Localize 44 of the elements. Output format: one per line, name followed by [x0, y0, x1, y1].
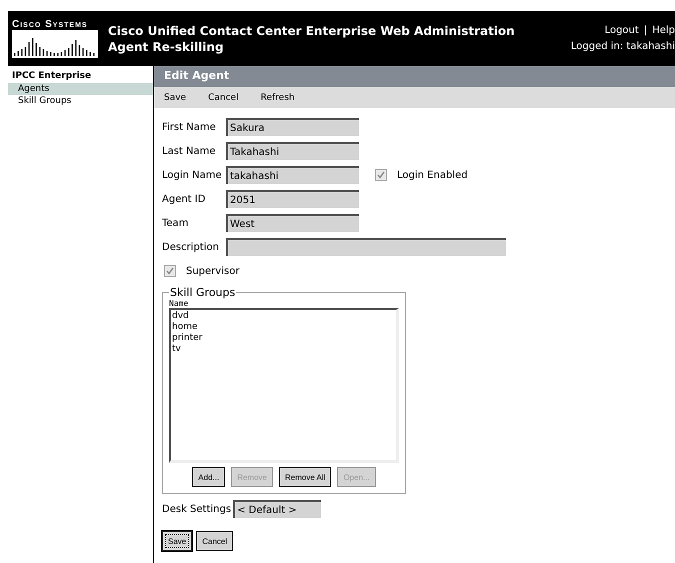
toolbar-button[interactable]: Save	[164, 92, 186, 102]
toolbar-button[interactable]: Cancel	[208, 92, 239, 102]
logout-link[interactable]: Logout	[604, 22, 639, 38]
field-label: Login Name	[162, 170, 223, 180]
save-button[interactable]: Save	[162, 531, 192, 551]
column-header: Name	[169, 299, 190, 308]
list-item[interactable]: printer	[172, 333, 395, 344]
logo-text: Cisco Systems	[12, 19, 89, 30]
app-title: Cisco Unified Contact Center Enterprise Web Administration	[108, 22, 516, 38]
field-label: Description	[162, 242, 220, 252]
toolbar-button[interactable]: Refresh	[260, 92, 295, 102]
logo-bars-icon	[12, 30, 98, 58]
input-field[interactable]: 2051	[226, 190, 359, 208]
field-label: Last Name	[162, 146, 217, 156]
input-field[interactable]: takahashi	[226, 166, 359, 184]
checkbox-label: Login Enabled	[397, 170, 468, 180]
link-separator: |	[644, 24, 648, 38]
list-button[interactable]: Remove All	[278, 467, 332, 487]
input-field[interactable]	[226, 238, 506, 256]
field-label: Team	[162, 218, 190, 228]
input-field[interactable]: Takahashi	[226, 142, 359, 160]
page-subtitle: Agent Re-skilling	[108, 38, 225, 54]
sidebar-heading: IPCC Enterprise	[11, 70, 92, 83]
sidebar-item[interactable]: Agents	[8, 83, 153, 95]
input-field[interactable]: < Default >	[233, 500, 322, 518]
panel-title: Edit Agent	[154, 66, 675, 87]
checkbox-label: Supervisor	[186, 266, 240, 276]
cancel-button[interactable]: Cancel	[196, 531, 234, 551]
help-link[interactable]: Help	[652, 22, 675, 38]
logged-in-text: Logged in: takahashi	[570, 40, 675, 54]
sidebar-item[interactable]: Skill Groups	[8, 95, 153, 107]
checkbox[interactable]	[375, 169, 387, 181]
field-label: Agent ID	[162, 194, 206, 204]
list-item[interactable]: home	[172, 322, 395, 333]
panel-legend: Skill Groups	[169, 286, 236, 299]
list-item[interactable]: tv	[172, 344, 395, 355]
checkbox[interactable]	[164, 265, 176, 277]
list-item[interactable]: dvd	[172, 311, 395, 322]
list-button[interactable]: Add...	[192, 467, 226, 487]
list-box[interactable]: dvd home printer tv	[169, 308, 399, 463]
input-field[interactable]: West	[226, 214, 359, 232]
input-field[interactable]: Sakura	[226, 118, 359, 136]
field-label: Desk Settings	[162, 504, 232, 514]
field-label: First Name	[162, 122, 217, 132]
